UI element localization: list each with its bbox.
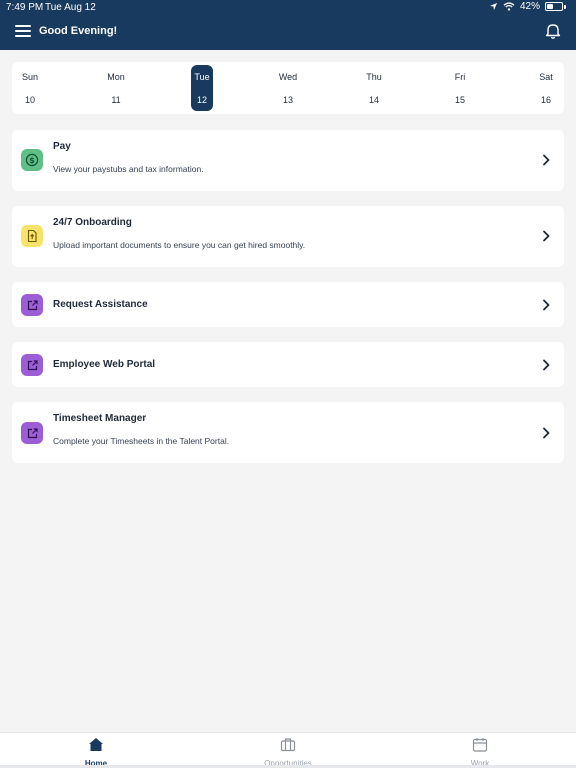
day-name: Sun — [21, 72, 38, 82]
location-arrow-icon — [489, 2, 498, 11]
chevron-right-icon — [543, 154, 550, 166]
request-assistance-card[interactable]: Request Assistance — [12, 282, 564, 327]
greeting-title: Good Evening! — [39, 25, 118, 37]
app-header: 7:49 PM Tue Aug 12 42% Good Evening! — [0, 0, 576, 50]
day-number: 14 — [368, 95, 379, 105]
home-icon — [89, 738, 103, 751]
status-time: 7:49 PM — [6, 2, 44, 13]
status-indicators: 42% — [489, 1, 566, 12]
chevron-right-icon — [543, 230, 550, 242]
tab-opportunities[interactable]: Opportunities — [248, 737, 328, 768]
calendar-day-thu[interactable]: Thu 14 — [363, 65, 385, 111]
day-name: Thu — [366, 72, 382, 82]
status-bar: 7:49 PM Tue Aug 12 42% — [0, 0, 576, 14]
day-number: 12 — [196, 95, 207, 105]
bottom-tab-bar: Home Opportunities Work — [0, 732, 576, 768]
day-name: Fri — [454, 72, 466, 82]
tab-work[interactable]: Work — [440, 737, 520, 768]
day-number: 15 — [454, 95, 465, 105]
card-title: Pay — [53, 141, 71, 152]
calendar-day-sat[interactable]: Sat 16 — [535, 65, 557, 111]
bell-icon[interactable] — [544, 22, 562, 40]
card-description: Complete your Timesheets in the Talent P… — [53, 436, 230, 446]
day-name: Tue — [194, 72, 210, 82]
calendar-icon — [472, 738, 488, 752]
briefcase-icon — [280, 738, 296, 752]
day-name: Mon — [107, 72, 125, 82]
calendar-day-tue[interactable]: Tue 12 — [191, 65, 213, 111]
calendar-day-fri[interactable]: Fri 15 — [449, 65, 471, 111]
external-link-icon — [21, 354, 43, 376]
card-description: Upload important documents to ensure you… — [53, 240, 306, 250]
timesheet-manager-card[interactable]: Timesheet Manager Complete your Timeshee… — [12, 402, 564, 463]
day-number: 13 — [282, 95, 293, 105]
pay-card[interactable]: $ Pay View your paystubs and tax informa… — [12, 130, 564, 191]
external-link-icon — [21, 422, 43, 444]
tab-home[interactable]: Home — [56, 737, 136, 768]
day-number: 16 — [540, 95, 551, 105]
document-upload-icon — [21, 225, 43, 247]
chevron-right-icon — [543, 427, 550, 439]
battery-level — [547, 4, 553, 9]
chevron-right-icon — [543, 299, 550, 311]
chevron-right-icon — [543, 359, 550, 371]
hamburger-menu-icon[interactable] — [15, 24, 31, 38]
status-date: Tue Aug 12 — [45, 2, 96, 13]
card-description: View your paystubs and tax information. — [53, 164, 204, 174]
external-link-icon — [21, 294, 43, 316]
day-name: Sat — [539, 72, 553, 82]
calendar-day-sun[interactable]: Sun 10 — [19, 65, 41, 111]
dollar-circle-icon: $ — [21, 149, 43, 171]
wifi-icon — [503, 2, 515, 11]
onboarding-card[interactable]: 24/7 Onboarding Upload important documen… — [12, 206, 564, 267]
battery-percent: 42% — [519, 1, 540, 12]
week-calendar: Sun 10 Mon 11 Tue 12 Wed 13 Thu 14 Fri 15 Sat 1… — [12, 62, 564, 114]
battery-tip — [564, 4, 566, 9]
card-title: 24/7 Onboarding — [53, 217, 132, 228]
calendar-day-mon[interactable]: Mon 11 — [105, 65, 127, 111]
battery-icon — [545, 2, 563, 11]
card-title: Employee Web Portal — [53, 359, 156, 370]
card-title: Request Assistance — [53, 299, 148, 310]
employee-web-portal-card[interactable]: Employee Web Portal — [12, 342, 564, 387]
svg-text:$: $ — [29, 156, 35, 165]
day-name: Wed — [278, 72, 298, 82]
calendar-day-wed[interactable]: Wed 13 — [277, 65, 299, 111]
day-number: 11 — [111, 95, 121, 105]
card-title: Timesheet Manager — [53, 413, 147, 424]
day-number: 10 — [24, 95, 35, 105]
